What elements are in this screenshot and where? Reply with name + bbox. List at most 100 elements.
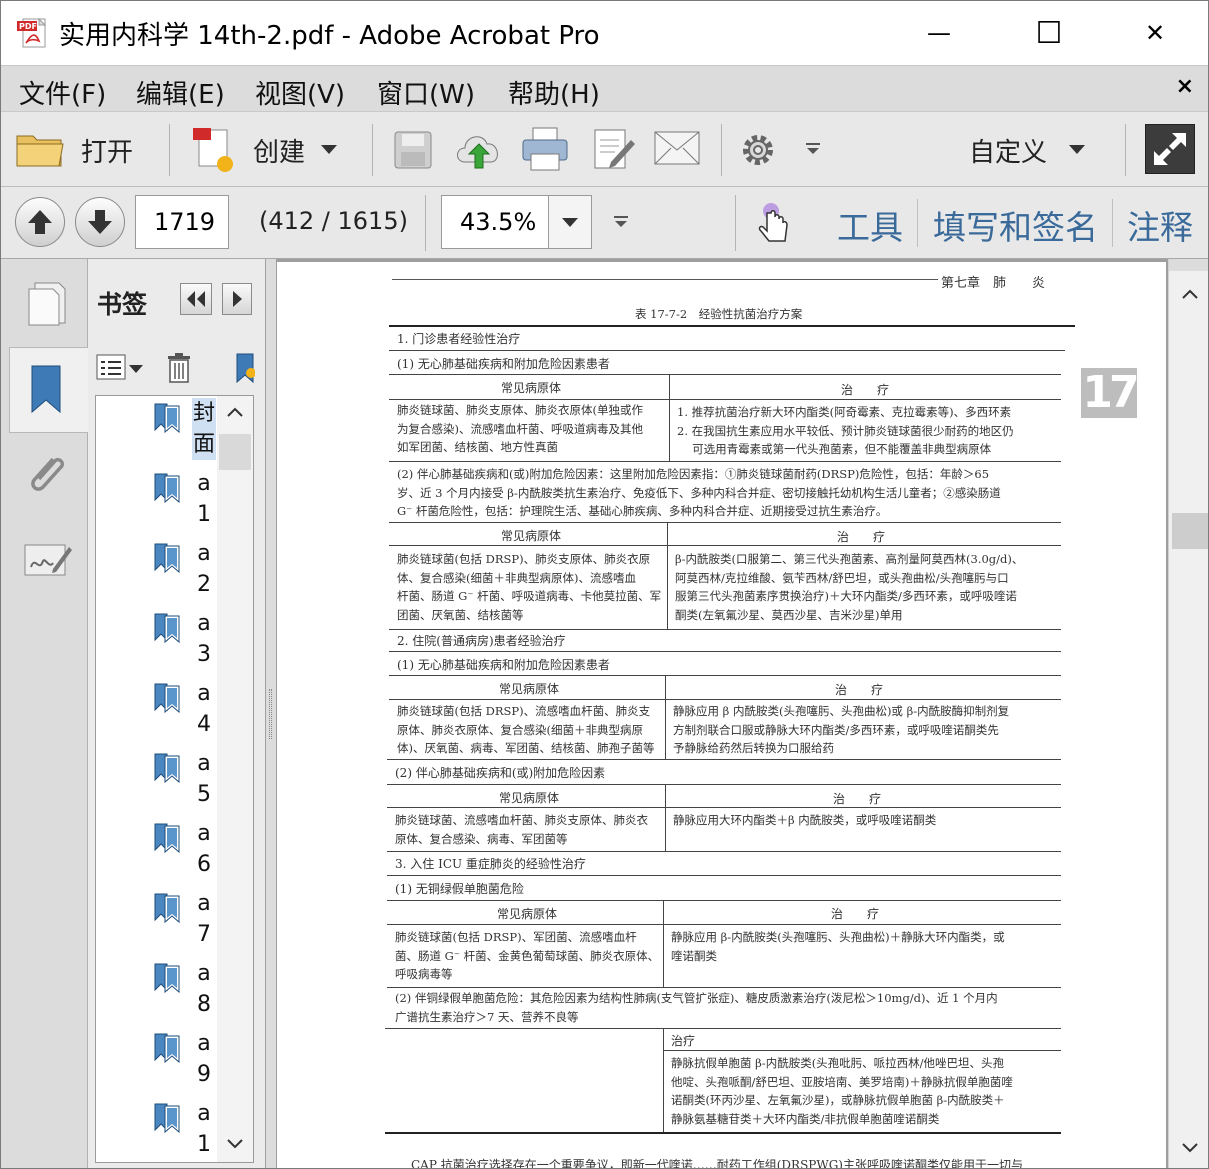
table-cell-treatment: 静脉应用大环内酯类＋β 内酰胺类，或呼吸喹诺酮类 — [673, 813, 937, 827]
column-header-treatment: 治 疗 — [837, 530, 886, 544]
table-cell-pathogen: 肺炎链球菌、肺炎支原体、肺炎衣原体(单独或作 为复合感染)、流感嗜血杆菌、呼吸道病… — [397, 403, 643, 454]
cloud-upload-icon[interactable] — [453, 126, 505, 172]
table-cell-treatment: β-内酰胺类(口服第二、第三代头孢菌素、高剂量阿莫西林(3.0g/d)、 阿莫西林… — [675, 552, 1024, 622]
customize-label: 自定义 — [969, 138, 1048, 168]
print-icon[interactable] — [521, 126, 569, 172]
paperclip-icon — [31, 457, 65, 491]
bookmark-icon — [154, 1033, 180, 1064]
menu-help[interactable]: 帮助(H) — [508, 74, 600, 111]
table-rule — [389, 399, 1061, 400]
bookmark-icon — [154, 683, 180, 714]
page-number-input[interactable]: 1719 — [135, 195, 229, 249]
attachments-tab[interactable] — [9, 437, 89, 523]
create-label: 创建 — [253, 138, 306, 168]
bookmarks-tab[interactable] — [9, 347, 89, 433]
new-bookmark-icon[interactable] — [233, 351, 255, 385]
bookmarks-panel-title: 书签 — [97, 290, 148, 319]
column-header-treatment: 治疗 — [671, 1034, 696, 1048]
bookmark-label: a4 — [197, 681, 211, 737]
bookmark-label: a9 — [197, 1031, 211, 1087]
menu-file[interactable]: 文件(F) — [19, 74, 106, 111]
table-rule — [387, 987, 1061, 988]
zoom-input[interactable]: 43.5% — [441, 195, 549, 249]
table-rule — [389, 629, 1061, 630]
gear-icon[interactable] — [740, 132, 776, 168]
edit-document-icon[interactable] — [591, 126, 637, 172]
bookmark-item[interactable]: a3 — [96, 608, 226, 678]
customize-dropdown[interactable]: 自定义 — [961, 120, 1101, 178]
delete-bookmark-icon[interactable] — [166, 352, 192, 384]
tools-link[interactable]: 工具 — [837, 201, 903, 249]
toolbar-separator — [372, 124, 373, 176]
toolbar-more-icon[interactable] — [804, 142, 822, 156]
email-icon[interactable] — [653, 130, 701, 166]
create-dropdown-icon — [321, 145, 337, 154]
scroll-up-icon[interactable] — [225, 404, 245, 420]
column-header-treatment: 治 疗 — [831, 907, 880, 921]
previous-page-button[interactable] — [15, 197, 65, 247]
document-view[interactable]: 第七章 肺 炎 表 17-7-2 经验性抗菌治疗方案 17 1. 门诊患者经验性… — [276, 259, 1168, 1168]
scroll-up-icon[interactable] — [1181, 287, 1199, 301]
bookmark-item[interactable]: 封面 — [96, 398, 226, 468]
document-scrollbar[interactable] — [1168, 259, 1208, 1168]
bookmark-icon — [154, 543, 180, 574]
hand-pointer-icon[interactable] — [755, 201, 795, 245]
create-button[interactable]: 创建 — [187, 120, 347, 178]
bookmark-label: a6 — [197, 821, 211, 877]
subsection-heading: (1) 无铜绿假单胞菌危险 — [395, 882, 524, 896]
scrollbar-top-strip — [1169, 259, 1208, 271]
bookmark-label: 封面 — [192, 398, 216, 460]
scroll-down-icon[interactable] — [1181, 1141, 1199, 1155]
customize-dropdown-icon — [1069, 145, 1085, 154]
table-top-rule — [389, 325, 1075, 327]
menubar-close-icon[interactable]: × — [1176, 74, 1194, 99]
navbar-more-icon[interactable] — [612, 215, 630, 229]
open-button[interactable]: 打开 — [11, 120, 151, 178]
navigation-toolbar: 1719 (412 / 1615) 43.5% 工具 填写和签名 注释 — [1, 187, 1208, 259]
fullscreen-button[interactable] — [1145, 124, 1195, 174]
comment-link[interactable]: 注释 — [1127, 201, 1193, 249]
section-heading: 1. 门诊患者经验性治疗 — [397, 332, 521, 346]
toolbar-separator — [1125, 124, 1126, 176]
options-list-icon — [96, 354, 143, 380]
bookmark-item[interactable]: a4 — [96, 678, 226, 748]
bookmark-item[interactable]: a1 — [96, 1098, 226, 1162]
risk-factor-paragraph: (2) 伴心肺基础疾病和(或)附加危险因素：这里附加危险因素指：①肺炎链球菌耐药… — [397, 467, 1001, 518]
pane-splitter[interactable] — [266, 259, 276, 1168]
maximize-button[interactable]: ☐ — [1026, 13, 1072, 53]
bookmark-item[interactable]: a8 — [96, 958, 226, 1028]
table-rule — [389, 461, 1061, 462]
menu-view[interactable]: 视图(V) — [255, 74, 345, 111]
bookmark-icon — [154, 613, 180, 644]
bookmark-label: a1 — [197, 1101, 211, 1157]
document-scroll-thumb[interactable] — [1172, 513, 1208, 549]
page-thumbnails-tab[interactable] — [9, 259, 89, 345]
table-cell-treatment: 静脉应用 β-内酰胺类(头孢噻肟、头孢曲松)＋静脉大环内酯类，或 喹诺酮类 — [671, 930, 1005, 963]
bookmark-tree: 封面 a1 a2 a3 a4 a5 a6 a7 a8 a9 a1 — [95, 395, 254, 1163]
bookmark-item[interactable]: a7 — [96, 888, 226, 958]
bookmark-item[interactable]: a9 — [96, 1028, 226, 1098]
fill-and-sign-link[interactable]: 填写和签名 — [933, 201, 1098, 249]
close-button[interactable]: ✕ — [1132, 13, 1178, 53]
bookmark-item[interactable]: a1 — [96, 468, 226, 538]
signatures-tab[interactable] — [9, 521, 89, 607]
bookmark-item[interactable]: a6 — [96, 818, 226, 888]
table-rule — [387, 851, 1061, 852]
collapse-panel-button[interactable] — [180, 283, 212, 315]
bookmark-item[interactable]: a5 — [96, 748, 226, 818]
expand-panel-button[interactable] — [222, 283, 252, 315]
bookmark-options-button[interactable] — [95, 351, 147, 385]
column-header-treatment: 治 疗 — [833, 792, 882, 806]
save-icon[interactable] — [391, 128, 435, 172]
menu-window[interactable]: 窗口(W) — [377, 74, 475, 111]
next-page-button[interactable] — [75, 197, 125, 247]
minimize-button[interactable]: — — [916, 13, 962, 53]
bookmark-item[interactable]: a2 — [96, 538, 226, 608]
column-header-pathogen: 常见病原体 — [497, 907, 558, 921]
table-rule — [669, 374, 670, 462]
zoom-dropdown-button[interactable] — [548, 195, 592, 249]
menu-edit[interactable]: 编辑(E) — [136, 74, 225, 111]
expand-icon — [1154, 133, 1186, 165]
scroll-down-icon[interactable] — [225, 1136, 245, 1152]
table-rule — [389, 651, 1061, 652]
